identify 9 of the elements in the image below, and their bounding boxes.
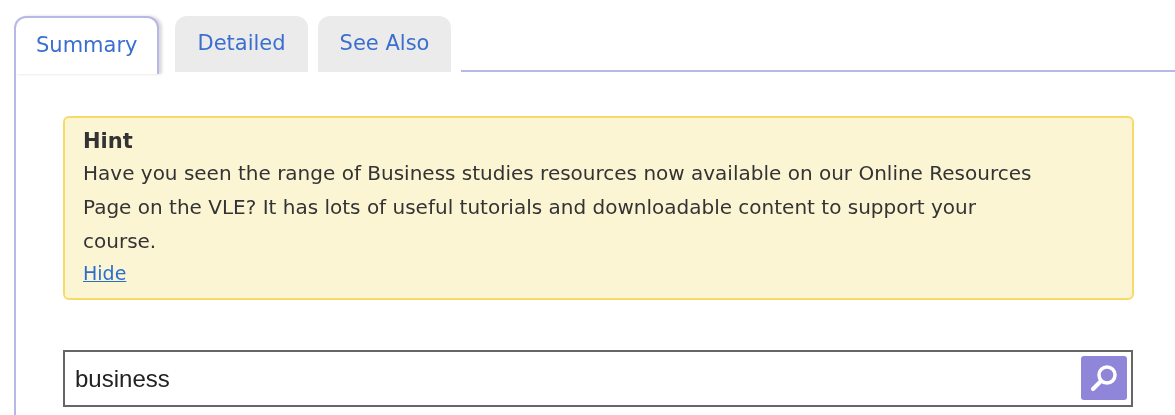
search-button[interactable] [1081,356,1127,400]
tab[interactable]: See Also [317,16,452,72]
hint-text: Have you seen the range of Business studies resources now available on our Online Resources Page on the VLE? It has lots of useful tutorials and downloadable content to support your course. [83,160,1033,255]
tab[interactable]: Summary [14,16,160,74]
tab[interactable]: Detailed [175,16,308,72]
search-field[interactable]: business [63,350,1133,407]
hint-title: Hint [83,128,134,154]
search-icon [1089,363,1119,393]
hide-link[interactable]: Hide [83,262,127,284]
